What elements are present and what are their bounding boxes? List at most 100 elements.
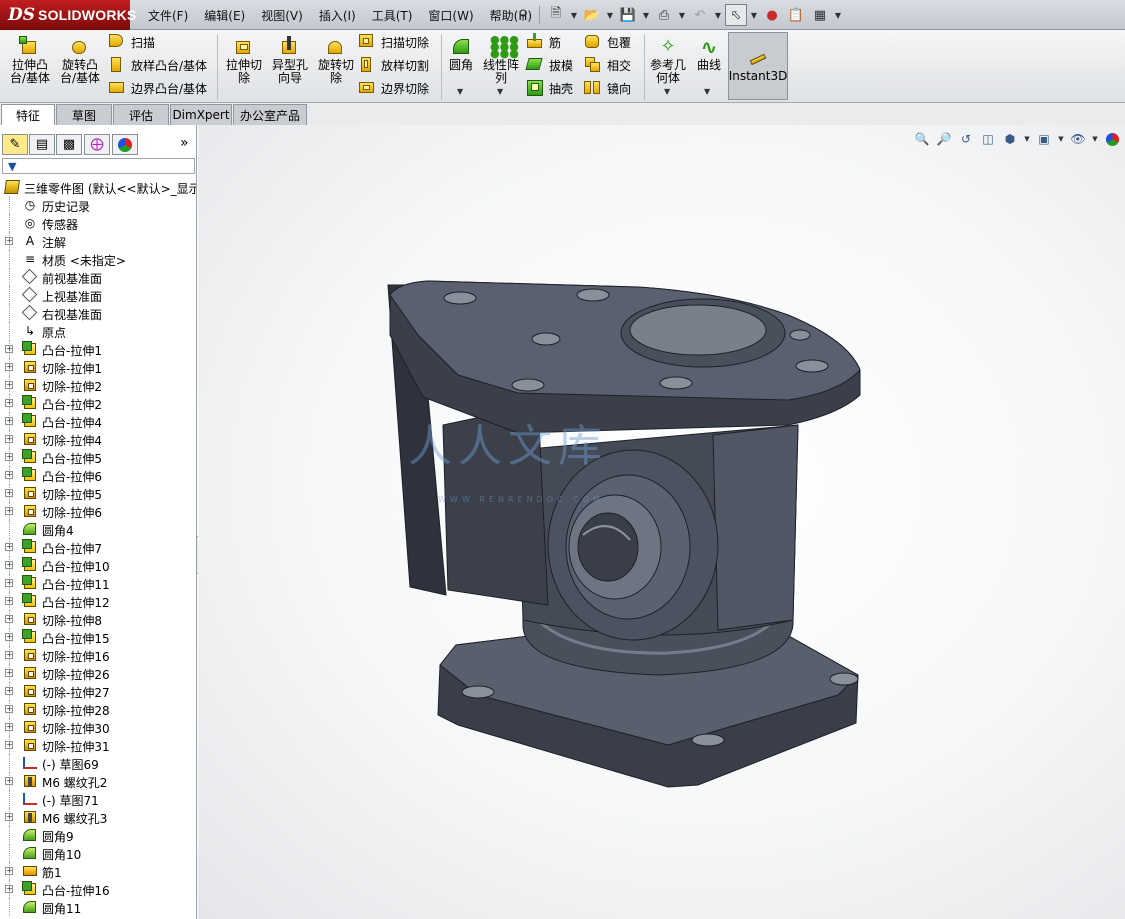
- display-style-dropdown-icon[interactable]: ▼: [1057, 135, 1065, 143]
- loft-cut-button[interactable]: 放样切割: [358, 55, 429, 75]
- tree-item[interactable]: + M6 螺纹孔2: [0, 772, 196, 790]
- menu-view[interactable]: 视图(V): [253, 7, 311, 24]
- fillet-dropdown-icon[interactable]: ▼: [457, 87, 463, 96]
- tree-root-part[interactable]: 三维零件图 (默认<<默认>_显示: [0, 178, 196, 196]
- tree-item[interactable]: 右视基准面: [0, 304, 196, 322]
- tree-item[interactable]: 圆角11: [0, 898, 196, 916]
- select-cursor-icon[interactable]: ⬁: [725, 4, 747, 26]
- menu-insert[interactable]: 插入(I): [311, 7, 364, 24]
- expand-toggle-icon[interactable]: +: [5, 777, 13, 785]
- feature-manager-tab-icon[interactable]: ✎: [2, 134, 28, 155]
- expand-toggle-icon[interactable]: +: [5, 579, 13, 587]
- expand-toggle-icon[interactable]: +: [5, 471, 13, 479]
- expand-toggle-icon[interactable]: +: [5, 399, 13, 407]
- curves-dropdown-icon[interactable]: ▼: [704, 87, 710, 96]
- mirror-button[interactable]: 镜向: [584, 78, 631, 98]
- expand-toggle-icon[interactable]: +: [5, 507, 13, 515]
- tree-item[interactable]: ◎ 传感器: [0, 214, 196, 232]
- tree-item[interactable]: + 切除-拉伸4: [0, 430, 196, 448]
- sweep-cut-button[interactable]: 扫描切除: [358, 32, 429, 52]
- tree-item[interactable]: + 切除-拉伸6: [0, 502, 196, 520]
- expand-toggle-icon[interactable]: +: [5, 417, 13, 425]
- tab-dimxpert[interactable]: DimXpert: [170, 104, 232, 125]
- expand-toggle-icon[interactable]: +: [5, 687, 13, 695]
- boundary-boss-button[interactable]: 边界凸台/基体: [108, 78, 207, 98]
- expand-toggle-icon[interactable]: +: [5, 363, 13, 371]
- tree-item[interactable]: + 凸台-拉伸5: [0, 448, 196, 466]
- solidworks-logo[interactable]: DS SOLIDWORKS: [0, 0, 136, 30]
- view-orientation-icon[interactable]: ⬢: [1001, 130, 1019, 148]
- tab-features[interactable]: 特征: [1, 104, 55, 125]
- tree-item[interactable]: + A 注解: [0, 232, 196, 250]
- property-manager-tab-icon[interactable]: ▤: [29, 134, 55, 155]
- dimxpert-manager-tab-icon[interactable]: ⨁: [84, 134, 110, 155]
- open-dropdown-icon[interactable]: ▼: [605, 11, 615, 20]
- tab-evaluate[interactable]: 评估: [113, 104, 169, 125]
- tree-item[interactable]: + 凸台-拉伸10: [0, 556, 196, 574]
- tree-item[interactable]: 圆角4: [0, 520, 196, 538]
- open-folder-icon[interactable]: 📂: [581, 4, 603, 26]
- boundary-cut-button[interactable]: 边界切除: [358, 78, 429, 98]
- zoom-to-fit-icon[interactable]: 🔍: [913, 130, 931, 148]
- tree-item[interactable]: + 凸台-拉伸11: [0, 574, 196, 592]
- expand-toggle-icon[interactable]: +: [5, 381, 13, 389]
- graphics-area[interactable]: 🔍 🔎 ↺ ◫ ⬢ ▼ ▣ ▼ 👁 ▼ 人人文库 WWW.RENRENDOC.C…: [198, 125, 1125, 919]
- print-icon[interactable]: ⎙: [653, 4, 675, 26]
- tree-item[interactable]: + 凸台-拉伸1: [0, 340, 196, 358]
- expand-toggle-icon[interactable]: +: [5, 543, 13, 551]
- feature-filter-field[interactable]: ▼: [2, 158, 195, 174]
- wrap-button[interactable]: 包覆: [584, 32, 631, 52]
- expand-toggle-icon[interactable]: +: [5, 885, 13, 893]
- view-orientation-dropdown-icon[interactable]: ▼: [1023, 135, 1031, 143]
- tree-item[interactable]: + 切除-拉伸28: [0, 700, 196, 718]
- menu-file[interactable]: 文件(F): [140, 7, 196, 24]
- loft-boss-button[interactable]: 放样凸台/基体: [108, 55, 207, 75]
- revolve-boss-button[interactable]: 旋转凸 台/基体: [56, 36, 104, 98]
- expand-toggle-icon[interactable]: +: [5, 489, 13, 497]
- ref-geometry-dropdown-icon[interactable]: ▼: [664, 87, 670, 96]
- menu-edit[interactable]: 编辑(E): [196, 7, 253, 24]
- new-document-icon[interactable]: 🗎: [545, 4, 567, 26]
- intersect-button[interactable]: 相交: [584, 55, 631, 75]
- expand-toggle-icon[interactable]: +: [5, 633, 13, 641]
- tree-item[interactable]: 上视基准面: [0, 286, 196, 304]
- rebuild-traffic-light-icon[interactable]: ●: [761, 4, 783, 26]
- tree-item[interactable]: + 切除-拉伸26: [0, 664, 196, 682]
- revolve-cut-button[interactable]: 旋转切 除: [312, 36, 360, 98]
- tree-item[interactable]: + 凸台-拉伸15: [0, 628, 196, 646]
- 3d-part-model[interactable]: [368, 275, 888, 795]
- tree-item[interactable]: + 凸台-拉伸2: [0, 394, 196, 412]
- expand-toggle-icon[interactable]: +: [5, 435, 13, 443]
- tree-item[interactable]: (-) 草图71: [0, 790, 196, 808]
- extrude-cut-button[interactable]: 拉伸切 除: [220, 36, 268, 98]
- hide-show-dropdown-icon[interactable]: ▼: [1091, 135, 1099, 143]
- zoom-to-area-icon[interactable]: 🔎: [935, 130, 953, 148]
- menu-window[interactable]: 窗口(W): [420, 7, 481, 24]
- expand-toggle-icon[interactable]: +: [5, 345, 13, 353]
- tree-item[interactable]: + 凸台-拉伸16: [0, 880, 196, 898]
- hole-wizard-button[interactable]: 异型孔 向导: [266, 36, 314, 98]
- expand-toggle-icon[interactable]: +: [5, 561, 13, 569]
- rib-button[interactable]: 筋: [526, 32, 561, 52]
- file-properties-icon[interactable]: 📋: [785, 4, 807, 26]
- save-dropdown-icon[interactable]: ▼: [641, 11, 651, 20]
- section-view-icon[interactable]: ◫: [979, 130, 997, 148]
- expand-toggle-icon[interactable]: +: [5, 615, 13, 623]
- extrude-boss-button[interactable]: 拉伸凸 台/基体: [6, 36, 54, 98]
- draft-button[interactable]: 拔模: [525, 55, 573, 75]
- previous-view-icon[interactable]: ↺: [957, 130, 975, 148]
- expand-toggle-icon[interactable]: +: [5, 867, 13, 875]
- pattern-dropdown-icon[interactable]: ▼: [497, 87, 503, 96]
- sweep-button[interactable]: 扫描: [108, 32, 155, 52]
- tree-item[interactable]: ≡ 材质 <未指定>: [0, 250, 196, 268]
- expand-toggle-icon[interactable]: +: [5, 723, 13, 731]
- expand-toggle-icon[interactable]: +: [5, 597, 13, 605]
- tree-item[interactable]: + 切除-拉伸27: [0, 682, 196, 700]
- options-dropdown-icon[interactable]: ▼: [833, 11, 843, 20]
- hide-show-items-icon[interactable]: 👁: [1069, 130, 1087, 148]
- new-dropdown-icon[interactable]: ▼: [569, 11, 579, 20]
- tree-item[interactable]: 前视基准面: [0, 268, 196, 286]
- expand-toggle-icon[interactable]: +: [5, 651, 13, 659]
- tree-item[interactable]: ↳ 原点: [0, 322, 196, 340]
- tree-item[interactable]: 圆角9: [0, 826, 196, 844]
